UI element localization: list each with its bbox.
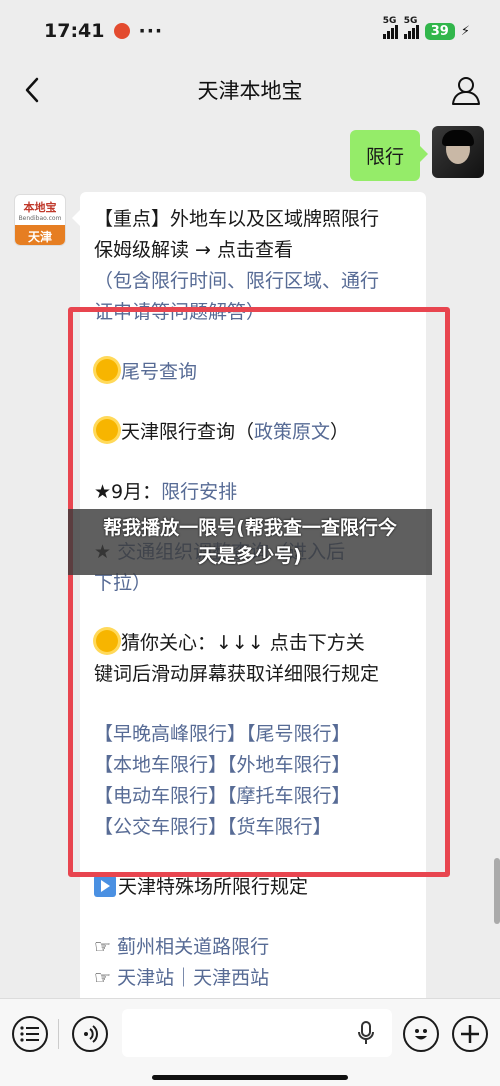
microphone-icon[interactable] [358, 1021, 374, 1045]
message-text: ☞ [94, 936, 118, 958]
bot-avatar[interactable]: 本地宝 Bendibao.com 天津 [14, 194, 66, 246]
incoming-bubble: 【重点】外地车以及区域牌照限行 保姆级解读 → 点击查看 （包含限行时间、限行区域、… [72, 192, 426, 998]
sun-icon [96, 419, 118, 441]
emoji-button[interactable] [403, 1016, 439, 1052]
message-text: ） [330, 421, 350, 443]
chat-title: 天津本地宝 [197, 79, 303, 103]
message-line: 【重点】外地车以及区域牌照限行 [94, 204, 412, 235]
message-link[interactable]: 下拉） [94, 572, 151, 594]
message-line: 【本地车限行】【外地车限行】 [94, 750, 412, 781]
charging-icon: ⚡ [460, 23, 470, 39]
message-text: ★9月： [94, 481, 162, 503]
message-line: 证申请等问题解答） [94, 297, 412, 328]
message-text: 键词后滑动屏幕获取详细限行规定 [94, 663, 380, 685]
plus-icon [461, 1025, 479, 1043]
message-gap [94, 690, 412, 719]
message-link[interactable]: 证申请等问题解答） [94, 301, 265, 323]
back-button[interactable] [18, 74, 46, 106]
message-line: ☞ 天津站｜天津西站 [94, 963, 412, 994]
message-gap [94, 599, 412, 628]
input-bar [0, 998, 500, 1086]
battery-level: 39 [424, 22, 455, 40]
bot-logo-sub: Bendibao.com [18, 214, 62, 222]
more-notifications: ··· [138, 20, 164, 42]
sun-icon [96, 630, 118, 652]
sun-icon [96, 359, 118, 381]
bot-logo-text: 本地宝 [23, 200, 57, 214]
message-text: 猜你关心：↓↓↓ 点击下方关 [121, 632, 365, 654]
user-icon [452, 77, 480, 105]
message-line: 天津特殊场所限行规定 [94, 872, 412, 903]
message-gap [94, 903, 412, 932]
message-link[interactable]: 限行安排 [161, 481, 237, 503]
outgoing-bubble[interactable]: 限行 [349, 130, 429, 181]
message-link[interactable]: 【电动车限行】【摩托车限行】 [94, 785, 351, 807]
message-line: 键词后滑动屏幕获取详细限行规定 [94, 659, 412, 690]
message-link[interactable]: （包含限行时间、限行区域、通行 [94, 270, 379, 292]
message-text: ☞ [94, 967, 118, 989]
message-line: 天津限行查询（政策原文） [94, 417, 412, 448]
play-icon [94, 875, 116, 897]
message-link[interactable]: 蓟州相关道路限行 [117, 936, 269, 958]
chevron-left-icon [25, 77, 39, 103]
message-input[interactable] [122, 1009, 392, 1057]
bot-city-label: 天津 [15, 225, 65, 245]
message-line: ★9月：限行安排 [94, 477, 412, 508]
message-link[interactable]: 尾号查询 [121, 361, 197, 383]
divider [58, 1019, 59, 1049]
home-indicator[interactable] [152, 1075, 348, 1080]
outgoing-message: 限行 [349, 126, 484, 181]
caption-line-2: 天是多少号) [198, 545, 302, 567]
message-text: 【重点】外地车以及区域牌照限行 [94, 208, 380, 230]
message-link[interactable]: 政策原文 [254, 421, 330, 443]
user-avatar[interactable] [432, 126, 484, 178]
profile-button[interactable] [450, 74, 482, 106]
message-line: 【公交车限行】【货车限行】 [94, 812, 412, 843]
menu-button[interactable] [12, 1016, 48, 1052]
scrollbar[interactable] [494, 858, 500, 924]
message-line: 尾号查询 [94, 357, 412, 388]
app-notification-icon [114, 23, 131, 39]
message-link[interactable]: 【本地车限行】【外地车限行】 [94, 754, 351, 776]
message-line: 保姆级解读 → 点击查看 [94, 235, 412, 266]
status-time: 17:41 [44, 20, 105, 42]
voice-button[interactable] [72, 1016, 108, 1052]
message-text: 保姆级解读 → 点击查看 [94, 239, 293, 261]
message-gap [94, 448, 412, 477]
status-bar: 17:41 ··· 5G 5G 39 ⚡ [0, 0, 500, 62]
message-text: 天津特殊场所限行规定 [118, 876, 309, 898]
message-link[interactable]: 【早晚高峰限行】【尾号限行】 [94, 723, 351, 745]
caption-line-1: 帮我播放一限号(帮我查一查限行今 [103, 517, 397, 539]
message-gap [94, 388, 412, 417]
message-line: 猜你关心：↓↓↓ 点击下方关 [94, 628, 412, 659]
message-gap [94, 328, 412, 357]
message-link[interactable]: 【公交车限行】【货车限行】 [94, 816, 332, 838]
voice-icon [84, 1025, 98, 1043]
message-line: ☞ 蓟州相关道路限行 [94, 932, 412, 963]
message-line: （包含限行时间、限行区域、通行 [94, 266, 412, 297]
signal-icon-2: 5G [403, 16, 419, 39]
message-gap [94, 843, 412, 872]
signal-icon: 5G [382, 16, 398, 39]
message-link[interactable]: 天津站｜天津西站 [117, 967, 269, 989]
list-menu-icon [20, 1026, 39, 1042]
emoji-icon [415, 1029, 427, 1040]
add-button[interactable] [452, 1016, 488, 1052]
message-line: 【电动车限行】【摩托车限行】 [94, 781, 412, 812]
nav-bar: 天津本地宝 [0, 62, 500, 118]
message-text: 天津限行查询（ [121, 421, 255, 443]
video-caption-overlay: 帮我播放一限号(帮我查一查限行今 天是多少号) [68, 509, 432, 575]
message-line: 【早晚高峰限行】【尾号限行】 [94, 719, 412, 750]
